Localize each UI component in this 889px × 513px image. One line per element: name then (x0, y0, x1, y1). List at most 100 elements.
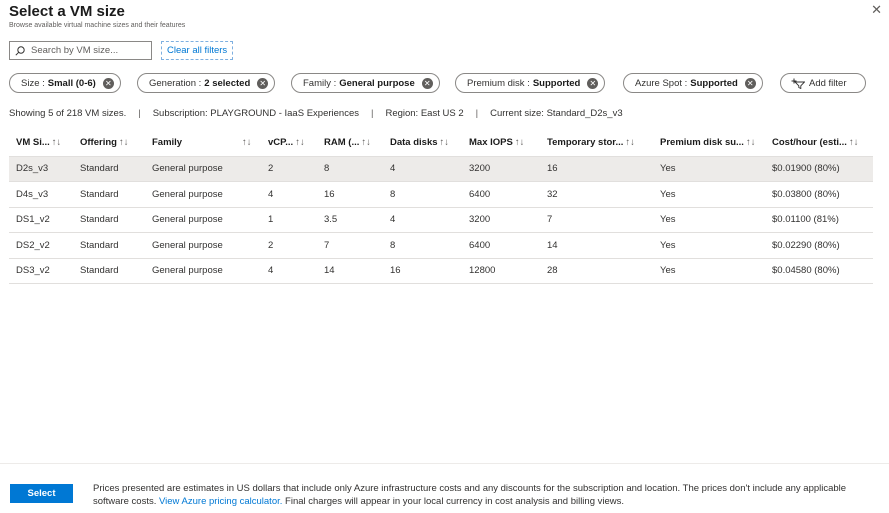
add-filter-label: Add filter (809, 77, 847, 89)
column-header[interactable]: Max IOPS ↑↓ (462, 130, 540, 156)
filter-pill-family[interactable]: Family : General purpose ✕ (291, 73, 440, 93)
filter-pill-generation[interactable]: Generation : 2 selected ✕ (137, 73, 276, 93)
dialog-header: Select a VM size Browse available virtua… (9, 3, 185, 29)
table-row[interactable]: D2s_v3 Standard General purpose 2 8 4 32… (9, 155, 873, 182)
remove-filter-icon[interactable]: ✕ (744, 77, 756, 89)
remove-filter-icon[interactable]: ✕ (102, 77, 114, 89)
filter-pill-premium-disk[interactable]: Premium disk : Supported ✕ (455, 73, 606, 93)
filter-value: Supported (532, 77, 581, 89)
separator: | (370, 108, 374, 119)
pricing-notice-text-2: Final charges will appear in your local … (285, 496, 625, 507)
column-header[interactable]: VM Si... ↑↓ (9, 130, 73, 156)
column-header[interactable]: Premium disk su... ↑↓ (653, 130, 765, 156)
dialog-title: Select a VM size (9, 3, 125, 20)
cell-ram: 7 (317, 232, 383, 258)
cell-max-iops: 6400 (462, 232, 540, 258)
cell-empty (233, 181, 261, 207)
filter-value: 2 selected (204, 77, 251, 89)
filter-pills: Size : Small (0-6) ✕ Generation : 2 sele… (9, 73, 879, 93)
filter-label: Azure Spot : (635, 77, 688, 89)
cell-ram: 16 (317, 181, 383, 207)
cell-vm-size: D2s_v3 (9, 155, 73, 182)
cell-vcpus: 1 (261, 206, 317, 233)
cell-cost: $0.01900 (80%) (765, 155, 873, 182)
cell-max-iops: 3200 (462, 206, 540, 233)
cell-ram: 8 (317, 155, 383, 182)
column-header[interactable]: ↑↓ (233, 130, 261, 156)
close-icon[interactable]: ✕ (871, 2, 882, 18)
cell-data-disks: 8 (383, 232, 462, 258)
subscription-info: Subscription: PLAYGROUND - IaaS Experien… (152, 108, 359, 119)
cell-vm-size: DS1_v2 (9, 206, 73, 233)
region-info: Region: East US 2 (385, 108, 464, 119)
filter-value: Small (0-6) (47, 77, 96, 89)
cell-family: General purpose (145, 257, 233, 284)
cell-family: General purpose (145, 232, 233, 258)
column-header[interactable]: RAM (... ↑↓ (317, 130, 383, 156)
cell-premium-disk: Yes (653, 232, 765, 258)
cell-data-disks: 8 (383, 181, 462, 207)
search-row: Clear all filters (9, 41, 234, 60)
filter-pill-size[interactable]: Size : Small (0-6) ✕ (9, 73, 121, 93)
results-count: Showing 5 of 218 VM sizes. (9, 108, 127, 119)
cell-offering: Standard (73, 181, 145, 207)
filter-label: Premium disk : (467, 77, 530, 89)
vm-size-table: VM Si... ↑↓ Offering ↑↓ Family ↑↓ vCP... ↑↓… (9, 130, 873, 284)
cell-premium-disk: Yes (653, 257, 765, 284)
cell-vcpus: 4 (261, 257, 317, 284)
table-row[interactable]: DS3_v2 Standard General purpose 4 14 16 … (9, 257, 873, 284)
footer-divider (0, 463, 889, 464)
cell-vcpus: 2 (261, 155, 317, 182)
remove-filter-icon[interactable]: ✕ (421, 77, 433, 89)
results-info: Showing 5 of 218 VM sizes. | Subscriptio… (9, 108, 623, 119)
cell-premium-disk: Yes (653, 181, 765, 207)
filter-pill-azure-spot[interactable]: Azure Spot : Supported ✕ (623, 73, 763, 93)
cell-max-iops: 6400 (462, 181, 540, 207)
cell-empty (233, 257, 261, 284)
filter-value: Supported (690, 77, 738, 89)
column-header[interactable]: Data disks ↑↓ (383, 130, 462, 156)
cell-max-iops: 3200 (462, 155, 540, 182)
column-header[interactable]: vCP... ↑↓ (261, 130, 317, 156)
cell-empty (233, 206, 261, 233)
add-filter-button[interactable]: Add filter (780, 73, 866, 93)
dialog-subtitle: Browse available virtual machine sizes a… (9, 22, 186, 29)
cell-offering: Standard (73, 206, 145, 233)
search-icon (15, 45, 25, 56)
search-input[interactable] (31, 45, 149, 56)
pricing-notice: Prices presented are estimates in US dol… (93, 482, 878, 508)
cell-temp-storage: 16 (540, 155, 653, 182)
current-size-info: Current size: Standard_D2s_v3 (490, 108, 623, 119)
table-row[interactable]: DS1_v2 Standard General purpose 1 3.5 4 … (9, 206, 873, 233)
select-button[interactable]: Select (10, 484, 73, 503)
cell-empty (233, 232, 261, 258)
cell-data-disks: 16 (383, 257, 462, 284)
table-row[interactable]: DS2_v2 Standard General purpose 2 7 8 64… (9, 232, 873, 258)
pricing-calculator-link[interactable]: View Azure pricing calculator. (159, 496, 282, 507)
cell-max-iops: 12800 (462, 257, 540, 284)
table-header-row: VM Si... ↑↓ Offering ↑↓ Family ↑↓ vCP... ↑↓… (9, 130, 873, 156)
cell-family: General purpose (145, 206, 233, 233)
search-box[interactable] (9, 41, 152, 60)
cell-offering: Standard (73, 232, 145, 258)
remove-filter-icon[interactable]: ✕ (587, 77, 599, 89)
cell-cost: $0.01100 (81%) (765, 206, 873, 233)
column-header[interactable]: Offering ↑↓ (73, 130, 145, 156)
cell-data-disks: 4 (383, 155, 462, 182)
filter-value: General purpose (339, 77, 415, 89)
cell-premium-disk: Yes (653, 206, 765, 233)
add-filter-icon (791, 78, 805, 89)
separator: | (475, 108, 479, 119)
remove-filter-icon[interactable]: ✕ (257, 77, 269, 89)
cell-cost: $0.02290 (80%) (765, 232, 873, 258)
column-header[interactable]: Temporary stor... ↑↓ (540, 130, 653, 156)
cell-temp-storage: 32 (540, 181, 653, 207)
cell-empty (233, 155, 261, 182)
column-header[interactable]: Cost/hour (esti... ↑↓ (765, 130, 873, 156)
table-row[interactable]: D4s_v3 Standard General purpose 4 16 8 6… (9, 181, 873, 207)
column-header[interactable]: Family (145, 130, 233, 156)
cell-cost: $0.03800 (80%) (765, 181, 873, 207)
cell-temp-storage: 7 (540, 206, 653, 233)
clear-all-filters-button[interactable]: Clear all filters (161, 41, 234, 60)
cell-premium-disk: Yes (653, 155, 765, 182)
